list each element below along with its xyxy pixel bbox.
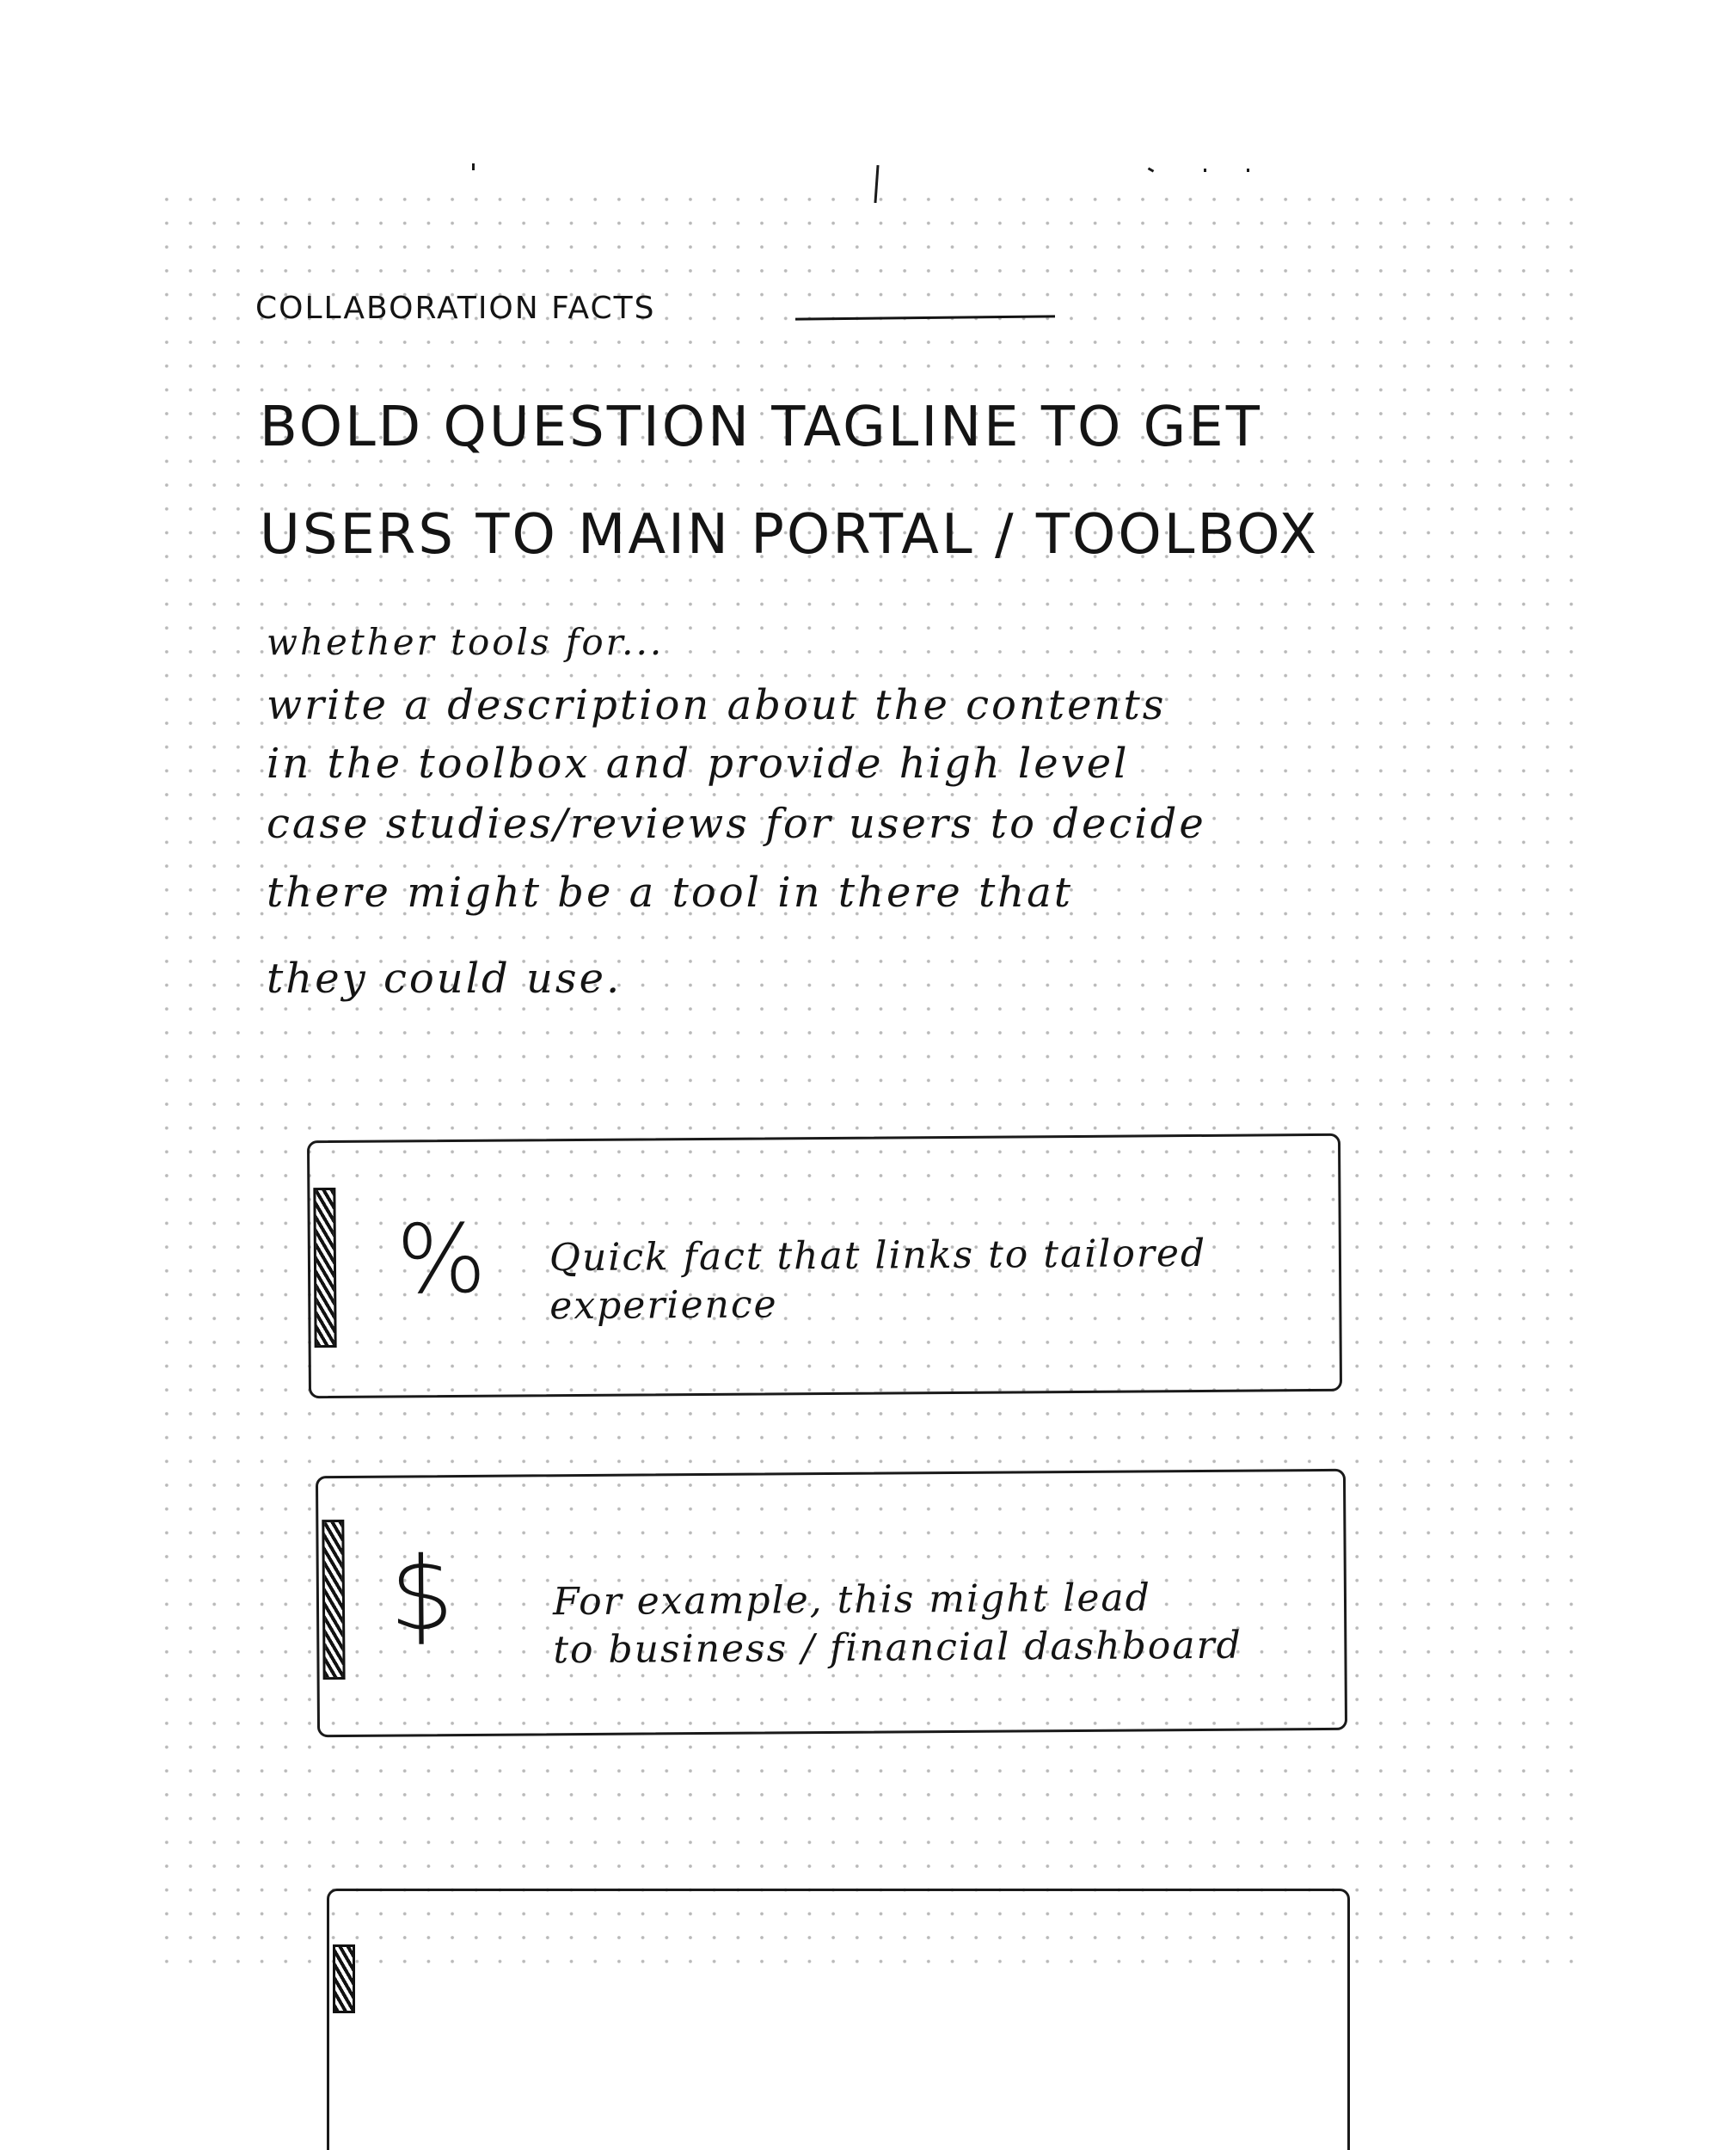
tagline-line-1: BOLD QUESTION TAGLINE TO GET bbox=[260, 396, 1262, 459]
description-line: write a description about the contents bbox=[267, 681, 1167, 729]
sketch-page: COLLABORATION FACTS BOLD QUESTION TAGLIN… bbox=[0, 0, 1736, 2150]
description-line: case studies/reviews for users to decide bbox=[267, 800, 1206, 848]
description-line: they could use. bbox=[267, 955, 623, 1003]
pen-mark bbox=[1247, 169, 1249, 172]
fact-card-text: Quick fact that links to tailored experi… bbox=[549, 1230, 1207, 1330]
percent-icon: % bbox=[396, 1203, 487, 1315]
description-line: there might be a tool in there that bbox=[267, 869, 1074, 917]
section-eyebrow-label: COLLABORATION FACTS bbox=[255, 291, 656, 326]
dollar-icon: $ bbox=[389, 1534, 455, 1654]
fact-card-text-line-1: For example, this might lead bbox=[552, 1576, 1151, 1625]
tagline-line-2: USERS TO MAIN PORTAL / TOOLBOX bbox=[260, 503, 1320, 567]
fact-card-text: For example, this might lead to business… bbox=[553, 1574, 1242, 1675]
description-line: whether tools for... bbox=[267, 621, 665, 663]
fact-card-text-line-2: experience bbox=[549, 1282, 778, 1329]
fact-card-empty[interactable] bbox=[327, 1889, 1350, 2150]
card-accent-bar bbox=[333, 1944, 355, 2013]
pen-mark bbox=[1147, 167, 1155, 173]
card-accent-bar bbox=[322, 1519, 346, 1680]
fact-card-dollar[interactable]: $ For example, this might lead to busine… bbox=[315, 1468, 1348, 1738]
fact-card-text-line-1: Quick fact that links to tailored bbox=[549, 1231, 1207, 1281]
card-accent-bar bbox=[313, 1187, 337, 1348]
pen-mark bbox=[472, 163, 475, 170]
fact-card-percent[interactable]: % Quick fact that links to tailored expe… bbox=[306, 1133, 1343, 1399]
pen-mark bbox=[1204, 169, 1206, 172]
description-line: in the toolbox and provide high level bbox=[267, 740, 1130, 788]
fact-card-text-line-2: to business / financial dashboard bbox=[553, 1623, 1242, 1673]
